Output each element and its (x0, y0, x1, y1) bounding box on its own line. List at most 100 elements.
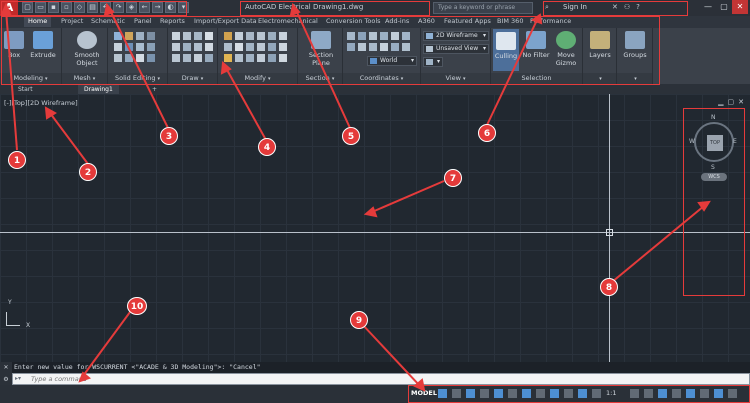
no-filter-button[interactable]: No Filter (522, 31, 550, 59)
panel-title-modeling[interactable]: Modeling ▾ (0, 73, 61, 84)
quick-properties-icon[interactable] (672, 389, 681, 398)
search-icon[interactable]: ⌕ (545, 3, 549, 12)
copy-icon[interactable] (257, 32, 265, 40)
trim-icon[interactable] (224, 43, 232, 51)
save-icon[interactable]: ▪ (48, 2, 59, 13)
new-icon[interactable]: ▢ (22, 2, 33, 13)
customization-icon[interactable] (728, 389, 737, 398)
chamfer-icon[interactable] (257, 43, 265, 51)
spline-icon[interactable] (194, 32, 202, 40)
ucs-icon[interactable] (347, 32, 355, 40)
panel-title-draw[interactable]: Draw ▾ (168, 73, 217, 84)
ucs-view-icon[interactable] (380, 32, 388, 40)
tab-schematic[interactable]: Schematic (91, 17, 125, 25)
annotation-scale[interactable]: 1:1 (606, 389, 616, 397)
erase-icon[interactable] (235, 54, 243, 62)
circle-icon[interactable] (172, 43, 180, 51)
offset-icon[interactable] (268, 43, 276, 51)
separate-icon[interactable] (136, 54, 144, 62)
compass-south[interactable]: S (711, 164, 715, 171)
mirror-icon[interactable] (268, 32, 276, 40)
visual-style-select[interactable]: 2D Wireframe (423, 31, 489, 41)
selection-cycling-icon[interactable] (564, 389, 573, 398)
viewport-minimize-icon[interactable]: ▁ (718, 98, 723, 106)
array-icon[interactable] (279, 32, 287, 40)
fillet-icon[interactable] (246, 43, 254, 51)
viewport-controls-label[interactable]: [-][Top][2D Wireframe] (4, 99, 78, 107)
polyline-icon[interactable] (183, 32, 191, 40)
viewport-config-select[interactable] (423, 57, 443, 67)
print-icon[interactable]: ▤ (87, 2, 98, 13)
dynamic-ucs-icon[interactable] (592, 389, 601, 398)
viewport-close-icon[interactable]: ✕ (738, 98, 744, 106)
viewcube-top-face[interactable]: TOP (707, 135, 723, 151)
taper-faces-icon[interactable] (125, 54, 133, 62)
extract-edges-icon[interactable] (136, 43, 144, 51)
viewcube[interactable]: TOP (694, 122, 734, 162)
groups-button[interactable]: Groups (620, 31, 650, 59)
arc-icon[interactable] (205, 32, 213, 40)
snap-icon[interactable] (452, 389, 461, 398)
drawing-area[interactable]: [-][Top][2D Wireframe] ▁ ▢ ✕ TOP N S E W… (0, 94, 750, 362)
smooth-object-button[interactable]: Smooth Object (70, 31, 104, 67)
align-icon[interactable] (268, 54, 276, 62)
doc-tab-start[interactable]: Start (12, 85, 39, 94)
rectangle-icon[interactable] (183, 43, 191, 51)
shell-icon[interactable] (147, 54, 155, 62)
application-menu-button[interactable]: A (0, 0, 18, 16)
helix-icon[interactable] (194, 43, 202, 51)
close-icon[interactable]: ✕ (732, 0, 748, 14)
sign-in-link[interactable]: Sign In (563, 3, 587, 11)
ucs-face-icon[interactable] (402, 32, 410, 40)
extend-icon[interactable] (235, 43, 243, 51)
subtract-icon[interactable] (125, 32, 133, 40)
ucs-y-icon[interactable] (369, 43, 377, 51)
panel-title-selection[interactable]: Selection (491, 73, 582, 84)
panel-title-mesh[interactable]: Mesh ▾ (62, 73, 107, 84)
extrude-button[interactable]: Extrude (28, 31, 58, 59)
point-icon[interactable] (183, 54, 191, 62)
clean-screen-icon[interactable] (714, 389, 723, 398)
scale-icon[interactable] (246, 32, 254, 40)
match-icon[interactable]: ◐ (165, 2, 176, 13)
ucs-3point-icon[interactable] (347, 43, 355, 51)
union-icon[interactable] (114, 32, 122, 40)
panel-title-view[interactable]: View ▾ (421, 73, 490, 84)
transparency-icon[interactable] (550, 389, 559, 398)
grid-icon[interactable] (438, 389, 447, 398)
compass-north[interactable]: N (711, 114, 716, 121)
break-icon[interactable] (257, 54, 265, 62)
fillet-edge-icon[interactable] (114, 54, 122, 62)
stretch-icon[interactable] (279, 43, 287, 51)
culling-button[interactable]: Culling (493, 29, 519, 71)
viewport-restore-icon[interactable]: ▢ (728, 98, 735, 106)
ucs-world-select[interactable]: World (367, 56, 417, 66)
tab-import-export[interactable]: Import/Export Data (194, 17, 257, 25)
ellipse-icon[interactable] (205, 43, 213, 51)
rotate-icon[interactable] (235, 32, 243, 40)
object-snap-tracking-icon[interactable] (508, 389, 517, 398)
lineweight-icon[interactable] (536, 389, 545, 398)
interfere-icon[interactable] (147, 32, 155, 40)
move-gizmo-button[interactable]: Move Gizmo (552, 31, 580, 67)
tab-a360[interactable]: A360 (418, 17, 435, 25)
thicken-icon[interactable] (125, 43, 133, 51)
ucs-z-icon[interactable] (380, 43, 388, 51)
command-input[interactable] (13, 374, 749, 384)
annotation-monitor-icon[interactable] (644, 389, 653, 398)
forward-icon[interactable]: → (152, 2, 163, 13)
ucs-zaxis-icon[interactable] (391, 43, 399, 51)
tab-performance[interactable]: Performance (530, 17, 571, 25)
tab-electromechanical[interactable]: Electromechanical (258, 17, 318, 25)
minimize-icon[interactable]: — (700, 0, 716, 14)
isodraft-icon[interactable] (494, 389, 503, 398)
layers-button[interactable]: Layers (586, 31, 614, 59)
saved-view-select[interactable]: Unsaved View (423, 44, 489, 54)
polar-icon[interactable] (480, 389, 489, 398)
tab-reports[interactable]: Reports (160, 17, 185, 25)
tab-conversion-tools[interactable]: Conversion Tools (326, 17, 381, 25)
panel-title-solid-editing[interactable]: Solid Editing ▾ (108, 73, 167, 84)
panel-title-section[interactable]: Section ▾ (298, 73, 342, 84)
tab-add-ins[interactable]: Add-ins (385, 17, 409, 25)
hardware-acceleration-icon[interactable] (700, 389, 709, 398)
